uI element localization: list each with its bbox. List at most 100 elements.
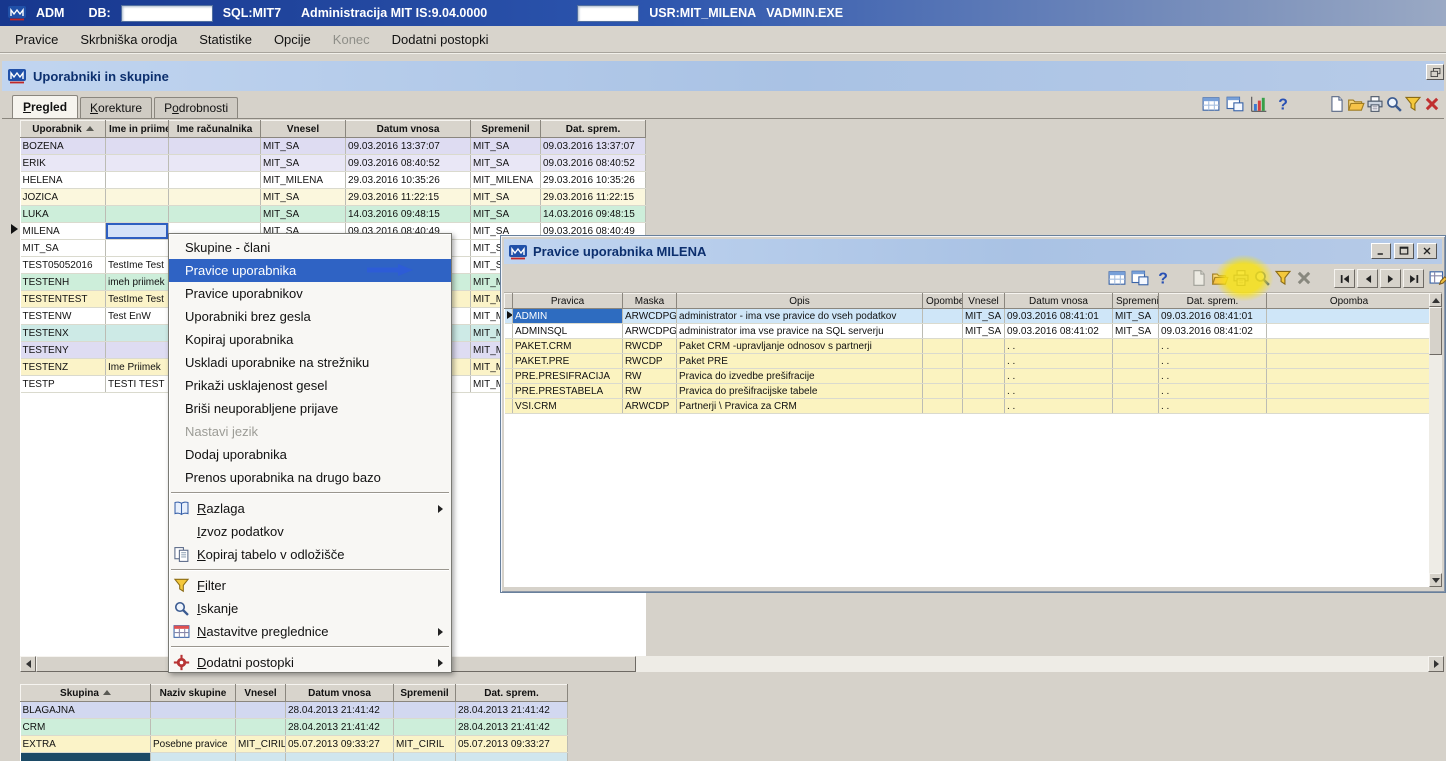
menu-item-kopiraj-uporabnika[interactable]: Kopiraj uporabnika — [169, 328, 451, 351]
menu-item-uporabniki-brez-gesla[interactable]: Uporabniki brez gesla — [169, 305, 451, 328]
menu-item-bri-i-neuporabljene-prijave[interactable]: Briši neuporabljene prijave — [169, 397, 451, 420]
table-row[interactable]: PRE.PRESIFRACIJA RW Pravica do izvedbe pre… — [504, 368, 1431, 384]
table-cell[interactable]: Pravica do izvedbe prešifracije — [676, 368, 923, 384]
table-cell[interactable]: Paket PRE — [676, 353, 923, 369]
table-cell[interactable] — [150, 718, 236, 736]
column-header-maska[interactable]: Maska — [622, 293, 677, 309]
table-cell[interactable]: . . — [1158, 338, 1267, 354]
table-cell[interactable]: Partnerji \ Pravica za CRM — [676, 398, 923, 414]
vertical-scrollbar[interactable] — [1429, 293, 1442, 587]
scroll-down-button[interactable] — [1429, 573, 1442, 587]
row-gutter-cell[interactable] — [504, 368, 513, 384]
row-gutter-cell[interactable] — [504, 398, 513, 414]
table-row[interactable]: ADMIN ARWCDPG administrator - ima vse prav… — [504, 308, 1431, 324]
menu-item-filter[interactable]: Filter — [169, 574, 451, 597]
table-cell[interactable]: BLAGAJNA — [20, 701, 151, 719]
menu-item-izvoz-podatkov[interactable]: Izvoz podatkov — [169, 520, 451, 543]
table-row[interactable]: BOZENA MIT_SA 09.03.2016 13:37:07 MIT_SA 09.… — [20, 137, 646, 155]
table-cell[interactable]: 05.07.2013 09:33:27 — [455, 735, 568, 753]
table-row[interactable]: LUKA MIT_SA 14.03.2016 09:48:15 MIT_SA 14.03… — [20, 205, 646, 223]
help-icon[interactable]: ? — [1274, 95, 1292, 114]
table-cell[interactable]: MIT_SA — [260, 205, 346, 223]
nav-last-button[interactable] — [1403, 269, 1424, 288]
table-export-icon[interactable] — [1202, 95, 1220, 113]
table-cell[interactable]: 28.04.2013 21:41:42 — [285, 718, 394, 736]
table-row[interactable]: EXTRA Posebne pravice MIT_CIRIL 05.07.2013 … — [20, 735, 568, 753]
menu-item-nastavitve-preglednice[interactable]: Nastavitve preglednice — [169, 620, 451, 643]
print-icon[interactable] — [1232, 269, 1250, 287]
table-cell[interactable] — [1112, 383, 1159, 399]
column-header-ime-in-priimek[interactable]: Ime in priimek — [105, 120, 169, 138]
table-cell[interactable]: ARWCDPG — [622, 323, 677, 339]
column-header-pravica[interactable]: Pravica — [512, 293, 623, 309]
table-cell[interactable] — [962, 338, 1005, 354]
table-cell[interactable]: MILENA — [20, 222, 106, 240]
table-view-icon[interactable] — [1131, 269, 1149, 287]
column-header-vnesel[interactable]: Vnesel — [962, 293, 1005, 309]
table-cell[interactable]: 09.03.2016 08:40:52 — [540, 154, 646, 172]
table-cell[interactable] — [168, 205, 261, 223]
menu-item-iskanje[interactable]: Iskanje — [169, 597, 451, 620]
filter-icon[interactable] — [1404, 95, 1422, 113]
nav-prev-button[interactable] — [1357, 269, 1378, 288]
table-cell[interactable]: TESTENTEST — [20, 290, 106, 308]
table-cell[interactable]: TESTENH — [20, 273, 106, 291]
table-cell[interactable]: TESTENZ — [20, 358, 106, 376]
table-cell[interactable]: Posebne pravice — [150, 735, 236, 753]
table-cell[interactable]: PAKET.CRM — [512, 338, 623, 354]
table-cell[interactable]: MIT_SA — [470, 154, 541, 172]
column-header-spremenil[interactable]: Spremenil — [393, 684, 456, 702]
chart-icon[interactable] — [1250, 95, 1268, 113]
new-document-disabled-icon[interactable] — [1190, 269, 1208, 287]
table-row[interactable]: VSI.CRM ARWCDP Partnerji \ Pravica za CRM.… — [504, 398, 1431, 414]
table-cell[interactable]: TESTENW — [20, 307, 106, 325]
menu-item-dodatni-postopki[interactable]: Dodatni postopki — [169, 651, 451, 674]
table-cell[interactable]: MIT_SA — [470, 205, 541, 223]
table-cell[interactable]: imeh priimek — [105, 273, 169, 291]
menu-item-skupine-lani[interactable]: Skupine - člani — [169, 236, 451, 259]
table-row[interactable]: BLAGAJNA 28.04.2013 21:41:42 28.04.2013 21… — [20, 701, 568, 719]
column-header-vnesel[interactable]: Vnesel — [260, 120, 346, 138]
table-cell[interactable] — [235, 701, 286, 719]
scroll-left-button[interactable] — [20, 656, 36, 672]
table-cell[interactable] — [1266, 353, 1431, 369]
table-export-icon[interactable] — [1108, 269, 1126, 287]
column-header-datum-vnosa[interactable]: Datum vnosa — [1004, 293, 1113, 309]
column-header-datum-vnosa[interactable]: Datum vnosa — [285, 684, 394, 702]
table-cell[interactable]: Ime Priimek — [105, 358, 169, 376]
db-field[interactable] — [120, 4, 213, 22]
table-cell[interactable]: RW — [622, 368, 677, 384]
table-cell[interactable]: MIT_SA — [1112, 323, 1159, 339]
table-cell[interactable] — [922, 383, 963, 399]
table-row[interactable]: CRM 28.04.2013 21:41:42 28.04.2013 21:41:4… — [20, 718, 568, 736]
tab-podrobnosti[interactable]: Podrobnosti — [154, 97, 239, 118]
minimize-button[interactable] — [1371, 243, 1391, 259]
menu-item-pravice-uporabnika[interactable]: Pravice uporabnika — [169, 259, 451, 282]
table-cell[interactable] — [105, 239, 169, 257]
titlebar-field[interactable] — [577, 4, 640, 22]
table-cell[interactable]: 09.03.2016 08:41:01 — [1004, 308, 1113, 324]
table-cell[interactable] — [455, 752, 568, 761]
table-cell[interactable] — [393, 752, 456, 761]
table-cell[interactable]: TestIme Test — [105, 256, 169, 274]
nav-next-button[interactable] — [1380, 269, 1401, 288]
print-icon[interactable] — [1366, 95, 1384, 113]
table-cell[interactable]: MIT_SA — [470, 137, 541, 155]
menubar-item-opcije[interactable]: Opcije — [263, 28, 322, 51]
table-cell[interactable]: 28.04.2013 21:41:42 — [285, 701, 394, 719]
table-cell[interactable]: 09.03.2016 08:41:02 — [1004, 323, 1113, 339]
table-cell[interactable] — [962, 398, 1005, 414]
table-cell[interactable] — [168, 171, 261, 189]
menu-item-prenos-uporabnika-na-drugo-bazo[interactable]: Prenos uporabnika na drugo bazo — [169, 466, 451, 489]
table-cell[interactable] — [922, 353, 963, 369]
table-cell[interactable]: MIT_SA — [260, 188, 346, 206]
table-cell[interactable]: . . — [1004, 353, 1113, 369]
row-gutter-cell[interactable] — [504, 338, 513, 354]
table-cell[interactable] — [150, 752, 236, 761]
table-row[interactable]: PRE.PRESTABELA RW Pravica do prešifracijsk… — [504, 383, 1431, 399]
menubar-item-skrbni-ka-orodja[interactable]: Skrbniška orodja — [69, 28, 188, 51]
table-cell[interactable]: MIT_CIRIL — [393, 735, 456, 753]
table-cell[interactable]: ADMINSQL — [512, 323, 623, 339]
table-cell[interactable] — [922, 308, 963, 324]
table-cell[interactable] — [168, 188, 261, 206]
